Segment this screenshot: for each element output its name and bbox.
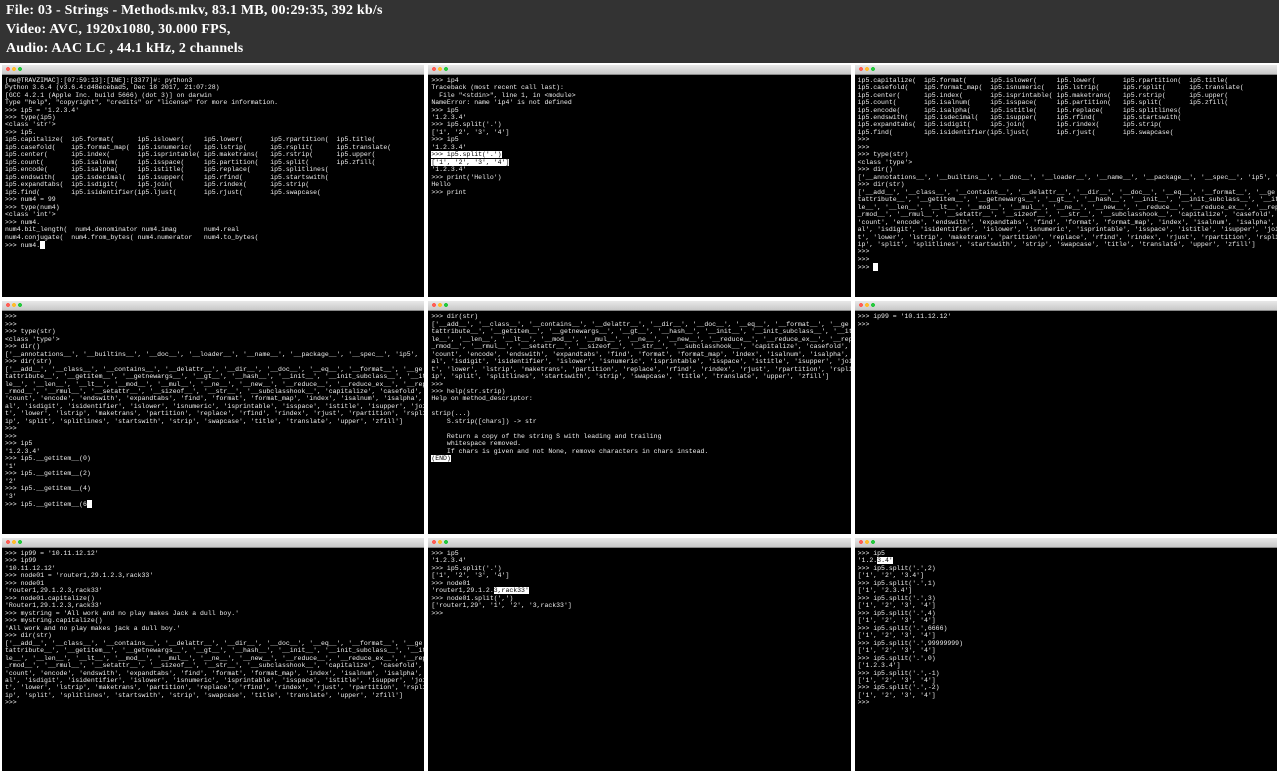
terminal-output: [me@TRAVZIMAC]:[07:59:13]:[INE]:[3377]#:…	[2, 75, 424, 298]
terminal-output: >>> ip4 Traceback (most recent call last…	[428, 75, 850, 298]
frame-4: >>> >>> >>> type(str) <class 'type'> >>>…	[0, 299, 426, 536]
window-titlebar	[2, 301, 424, 311]
file-info-line: File: 03 - Strings - Methods.mkv, 83.1 M…	[6, 2, 1273, 21]
highlighted-text: 3.4'	[877, 557, 893, 564]
frame-1: [me@TRAVZIMAC]:[07:59:13]:[INE]:[3377]#:…	[0, 63, 426, 300]
window-titlebar	[2, 65, 424, 75]
terminal-output: ip5.capitalize( ip5.format( ip5.islower(…	[855, 75, 1277, 298]
terminal-output: >>> ip99 = '10.11.12.12' >>> ip99 '10.11…	[2, 548, 424, 771]
window-titlebar	[428, 538, 850, 548]
media-info-header: File: 03 - Strings - Methods.mkv, 83.1 M…	[0, 0, 1279, 63]
cursor-icon	[873, 263, 878, 271]
frame-7: >>> ip99 = '10.11.12.12' >>> ip99 '10.11…	[0, 536, 426, 772]
terminal-output: >>> ip99 = '10.11.12.12' >>>	[855, 311, 1277, 534]
video-info-line: Video: AVC, 1920x1080, 30.000 FPS,	[6, 21, 1273, 40]
frame-8: >>> ip5 '1.2.3.4' >>> ip5.split('.') ['1…	[426, 536, 852, 772]
cursor-icon	[40, 241, 45, 249]
terminal-output: >>> ip5 '1.2.3.4' >>> ip5.split('.',2) […	[855, 548, 1277, 771]
cursor-icon	[87, 500, 92, 508]
frame-3: ip5.capitalize( ip5.format( ip5.islower(…	[853, 63, 1279, 300]
frame-6: >>> ip99 = '10.11.12.12' >>>	[853, 299, 1279, 536]
audio-info-line: Audio: AAC LC , 44.1 kHz, 2 channels	[6, 40, 1273, 59]
thumbnail-grid: [me@TRAVZIMAC]:[07:59:13]:[INE]:[3377]#:…	[0, 63, 1279, 772]
frame-2: >>> ip4 Traceback (most recent call last…	[426, 63, 852, 300]
frame-9: >>> ip5 '1.2.3.4' >>> ip5.split('.',2) […	[853, 536, 1279, 772]
pager-end-marker: (END)	[431, 455, 451, 462]
terminal-output: >>> ip5 '1.2.3.4' >>> ip5.split('.') ['1…	[428, 548, 850, 771]
highlighted-text: >>> ip5.split('.') ['1', '2', '3', '4']	[431, 151, 509, 165]
window-titlebar	[855, 301, 1277, 311]
frame-5: >>> dir(str) ['__add__', '__class__', '_…	[426, 299, 852, 536]
window-titlebar	[855, 538, 1277, 548]
highlighted-text: 3,rack33'	[494, 587, 529, 594]
window-titlebar	[428, 65, 850, 75]
terminal-output: >>> dir(str) ['__add__', '__class__', '_…	[428, 311, 850, 534]
window-titlebar	[2, 538, 424, 548]
terminal-output: >>> >>> >>> type(str) <class 'type'> >>>…	[2, 311, 424, 534]
window-titlebar	[428, 301, 850, 311]
window-titlebar	[855, 65, 1277, 75]
